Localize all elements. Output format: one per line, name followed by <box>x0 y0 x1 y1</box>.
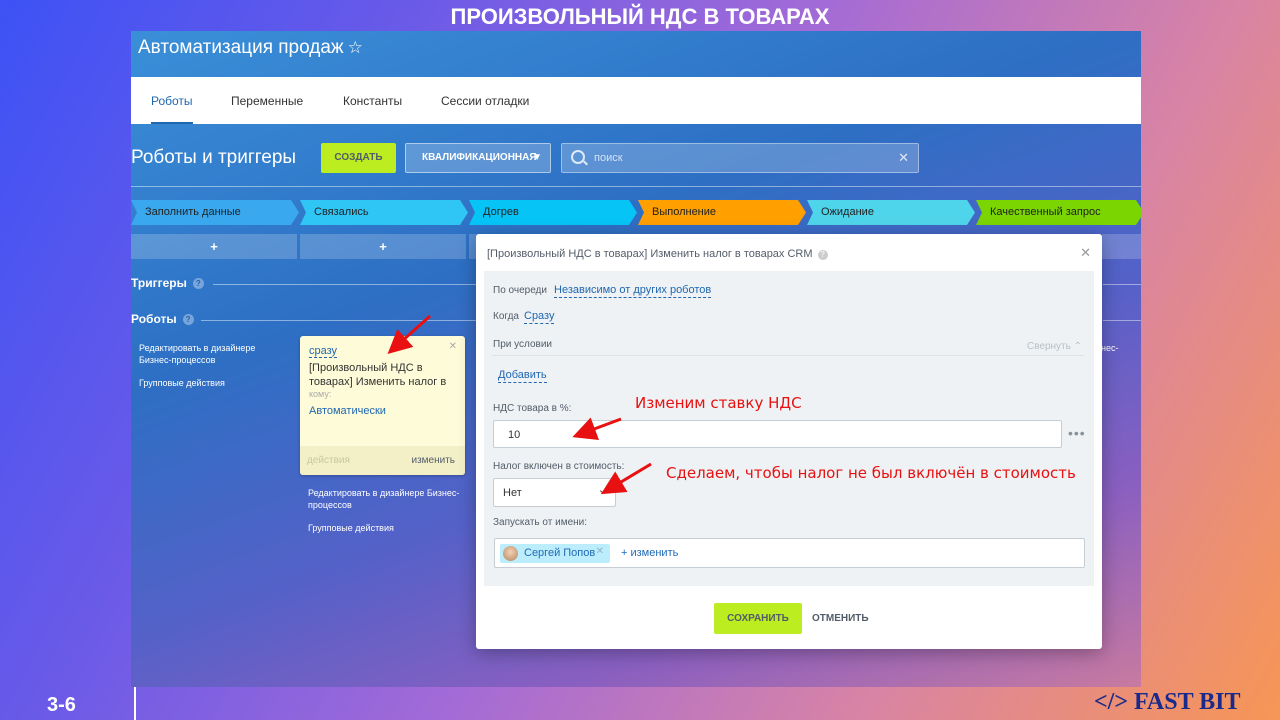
page-title: Роботы и триггеры <box>131 147 297 168</box>
robot-card-footer: действия изменить <box>300 446 465 475</box>
collapse-label: Свернуть <box>1026 341 1071 352</box>
annotation-tax: Сделаем, чтобы налог не был включён в ст… <box>666 464 1076 482</box>
more-icon[interactable]: ••• <box>1068 425 1086 441</box>
vat-label: НДС товара в %: <box>493 403 572 414</box>
divider <box>213 284 477 285</box>
tax-included-select[interactable]: Нет ⌄ <box>493 478 616 507</box>
star-icon[interactable]: ☆ <box>348 38 363 57</box>
dialog-title: [Произвольный НДС в товарах] Изменить на… <box>487 248 828 260</box>
help-icon[interactable]: ? <box>817 250 828 260</box>
dialog-title-text: [Произвольный НДС в товарах] Изменить на… <box>487 248 813 260</box>
cancel-button[interactable]: ОТМЕНИТЬ <box>812 613 869 624</box>
when-label: Когда <box>493 311 519 322</box>
stage-waiting[interactable]: Ожидание <box>807 200 975 225</box>
slide-title: ПРОИЗВОЛЬНЫЙ НДС В ТОВАРАХ <box>450 4 830 29</box>
robot-card[interactable]: сразу ✕ [Произвольный НДС в товарах] Изм… <box>300 336 465 475</box>
add-cell-partial <box>1102 234 1141 259</box>
divider <box>134 687 136 720</box>
help-icon[interactable]: ? <box>192 278 204 289</box>
tab-bar: Роботы Переменные Константы Сессии отлад… <box>131 77 1141 124</box>
collapse-link[interactable]: Свернуть ⌃ <box>1027 341 1082 352</box>
robot-card-when-link[interactable]: сразу <box>309 345 338 358</box>
close-icon[interactable]: ✕ <box>1080 245 1091 261</box>
remove-user-icon[interactable]: ✕ <box>596 546 604 557</box>
tab-variables[interactable]: Переменные <box>231 77 303 124</box>
tab-debug-sessions[interactable]: Сессии отладки <box>441 77 529 124</box>
app-title: Автоматизация продаж ☆ <box>138 37 363 59</box>
triggers-label: Триггеры <box>131 276 187 290</box>
chevron-down-icon: ▼ <box>532 152 542 163</box>
group-actions-link[interactable]: Групповые действия <box>308 522 394 534</box>
tab-constants[interactable]: Константы <box>343 77 402 124</box>
robot-card-title: [Произвольный НДС в товарах] Изменить на… <box>309 362 447 388</box>
divider <box>201 320 477 321</box>
user-tag: Сергей Попов ✕ <box>500 544 610 563</box>
change-user-link[interactable]: + изменить <box>621 547 678 559</box>
triggers-heading: Триггеры? <box>131 276 204 290</box>
run-as-field[interactable]: Сергей Попов ✕ + изменить <box>494 538 1085 568</box>
when-link[interactable]: Сразу <box>524 310 555 324</box>
slide-number: 3-6 <box>47 694 76 716</box>
tax-included-value: Нет <box>503 487 522 499</box>
run-as-label: Запускать от имени: <box>493 517 588 528</box>
divider <box>131 186 1141 187</box>
condition-label: При условии <box>493 339 552 350</box>
help-icon[interactable]: ? <box>182 314 194 325</box>
stage-warmup[interactable]: Догрев <box>469 200 637 225</box>
chevron-down-icon: ⌄ <box>597 484 607 496</box>
designer-link[interactable]: Редактировать в дизайнере Бизнес-процесс… <box>139 342 289 366</box>
robot-card-auto: Автоматически <box>309 405 386 417</box>
create-button[interactable]: СОЗДАТЬ <box>321 143 396 173</box>
avatar <box>503 546 518 561</box>
category-label: КВАЛИФИКАЦИОННАЯ <box>422 152 537 163</box>
robot-card-change-link[interactable]: изменить <box>411 455 455 466</box>
robot-card-to-label: кому: <box>309 389 332 399</box>
designer-link-partial: нес- <box>1101 343 1119 353</box>
brand-logo: </> FAST BIT <box>1094 689 1241 715</box>
divider <box>1103 320 1141 321</box>
save-button[interactable]: СОХРАНИТЬ <box>714 603 802 634</box>
divider <box>492 355 1084 356</box>
group-actions-link[interactable]: Групповые действия <box>139 377 225 389</box>
stage-contacted[interactable]: Связались <box>300 200 468 225</box>
queue-label: По очереди <box>493 285 547 296</box>
search-icon <box>571 150 585 164</box>
stage-quality-request[interactable]: Качественный запрос <box>976 200 1141 225</box>
user-name: Сергей Попов <box>524 547 596 559</box>
dialog-body: По очереди Независимо от других роботов … <box>484 271 1094 586</box>
divider <box>1103 284 1141 285</box>
app-title-text: Автоматизация продаж <box>138 37 344 58</box>
robots-heading: Роботы? <box>131 312 194 326</box>
close-icon[interactable]: ✕ <box>898 150 909 166</box>
robot-card-actions: действия <box>307 455 350 466</box>
app-screenshot: Автоматизация продаж ☆ Роботы Переменные … <box>131 31 1141 687</box>
add-robot-button[interactable]: + <box>131 234 297 259</box>
search-input[interactable]: поиск ✕ <box>561 143 919 173</box>
add-robot-button[interactable]: + <box>300 234 466 259</box>
add-condition-link[interactable]: Добавить <box>498 369 547 383</box>
vat-input[interactable]: 10 <box>493 420 1062 448</box>
vat-value: 10 <box>508 429 521 441</box>
robot-settings-dialog: [Произвольный НДС в товарах] Изменить на… <box>476 234 1102 649</box>
designer-link[interactable]: Редактировать в дизайнере Бизнес-процесс… <box>308 487 468 511</box>
tab-robots[interactable]: Роботы <box>151 77 193 124</box>
chevron-up-icon: ⌃ <box>1073 341 1082 352</box>
close-icon[interactable]: ✕ <box>449 341 457 352</box>
robots-label: Роботы <box>131 312 177 326</box>
stage-execution[interactable]: Выполнение <box>638 200 806 225</box>
stage-fill-data[interactable]: Заполнить данные <box>131 200 299 225</box>
queue-link[interactable]: Независимо от других роботов <box>554 284 712 298</box>
annotation-vat: Изменим ставку НДС <box>635 394 802 412</box>
search-placeholder: поиск <box>594 152 623 164</box>
tax-included-label: Налог включен в стоимость: <box>493 461 625 472</box>
category-dropdown[interactable]: КВАЛИФИКАЦИОННАЯ ▼ <box>405 143 551 173</box>
